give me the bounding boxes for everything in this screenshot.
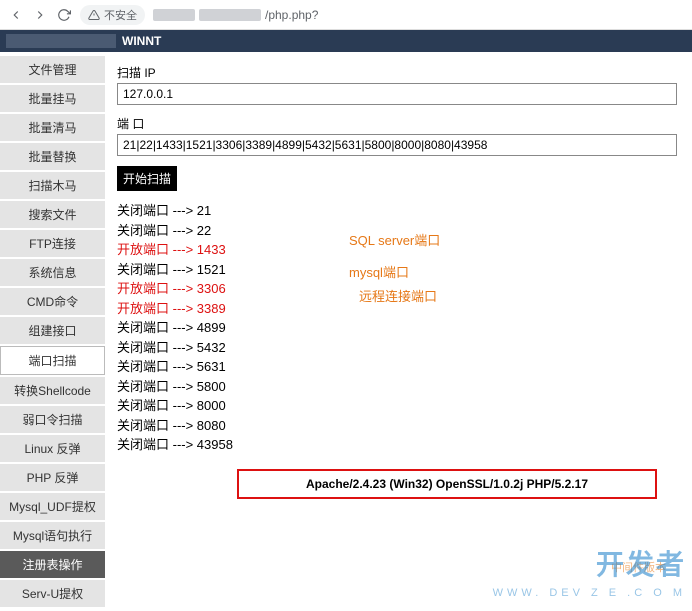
ip-input[interactable] — [117, 83, 677, 105]
sidebar-item-0[interactable]: 文件管理 — [0, 56, 105, 83]
sidebar-item-1[interactable]: 批量挂马 — [0, 85, 105, 112]
annotation-4: mysql端口 — [349, 263, 409, 283]
scan-button[interactable]: 开始扫描 — [117, 166, 177, 191]
reload-icon[interactable] — [56, 7, 72, 23]
browser-toolbar: 不安全 /php.php? — [0, 0, 692, 30]
forward-icon[interactable] — [32, 7, 48, 23]
result-line-0: 关闭端口 ---> 21 — [117, 201, 680, 221]
annotation-5: 远程连接端口 — [359, 287, 437, 307]
security-badge[interactable]: 不安全 — [80, 5, 145, 25]
sidebar-item-9[interactable]: 组建接口 — [0, 317, 105, 344]
sidebar-item-11[interactable]: 转换Shellcode — [0, 377, 105, 404]
result-line-11: 关闭端口 ---> 8080 — [117, 416, 680, 436]
sidebar-item-17[interactable]: 注册表操作 — [0, 551, 105, 578]
sidebar: 文件管理批量挂马批量清马批量替换扫描木马搜索文件FTP连接系统信息CMD命令组建… — [0, 52, 105, 611]
warning-icon — [88, 9, 100, 21]
url-path-censored — [199, 9, 261, 21]
result-line-12: 关闭端口 ---> 43958 — [117, 435, 680, 455]
annotation-2: SQL server端口 — [349, 231, 440, 251]
app-header: WINNT — [0, 30, 692, 52]
sidebar-item-14[interactable]: PHP 反弹 — [0, 464, 105, 491]
url-suffix: /php.php? — [265, 8, 318, 22]
result-line-9: 关闭端口 ---> 5800 — [117, 377, 680, 397]
result-line-7: 关闭端口 ---> 5432 — [117, 338, 680, 358]
url-display[interactable]: /php.php? — [153, 8, 318, 22]
back-icon[interactable] — [8, 7, 24, 23]
sidebar-item-7[interactable]: 系统信息 — [0, 259, 105, 286]
sidebar-item-8[interactable]: CMD命令 — [0, 288, 105, 315]
result-line-8: 关闭端口 ---> 5631 — [117, 357, 680, 377]
watermark-big: 开发者 — [596, 543, 686, 583]
result-line-6: 关闭端口 ---> 4899 — [117, 318, 680, 338]
sidebar-item-16[interactable]: Mysql语句执行 — [0, 522, 105, 549]
watermark-annotation: 中间件版本 — [611, 559, 666, 575]
scan-results: 关闭端口 ---> 21关闭端口 ---> 22开放端口 ---> 1433SQ… — [117, 201, 680, 455]
sidebar-item-2[interactable]: 批量清马 — [0, 114, 105, 141]
sidebar-item-6[interactable]: FTP连接 — [0, 230, 105, 257]
sidebar-item-12[interactable]: 弱口令扫描 — [0, 406, 105, 433]
url-host-censored — [153, 9, 195, 21]
sidebar-item-4[interactable]: 扫描木马 — [0, 172, 105, 199]
sidebar-item-13[interactable]: Linux 反弹 — [0, 435, 105, 462]
sidebar-item-18[interactable]: Serv-U提权 — [0, 580, 105, 607]
server-info-box: Apache/2.4.23 (Win32) OpenSSL/1.0.2j PHP… — [237, 469, 657, 499]
sidebar-item-3[interactable]: 批量替换 — [0, 143, 105, 170]
sidebar-item-15[interactable]: Mysql_UDF提权 — [0, 493, 105, 520]
watermark-small: WWW. DEV Z E .C O M — [493, 587, 686, 599]
os-label: WINNT — [122, 34, 161, 48]
port-input[interactable] — [117, 134, 677, 156]
port-label: 端 口 — [117, 115, 680, 132]
result-line-10: 关闭端口 ---> 8000 — [117, 396, 680, 416]
content-panel: 扫描 IP 端 口 开始扫描 关闭端口 ---> 21关闭端口 ---> 22开… — [105, 52, 692, 611]
sidebar-item-5[interactable]: 搜索文件 — [0, 201, 105, 228]
header-censored — [6, 34, 116, 48]
ip-label: 扫描 IP — [117, 64, 680, 81]
sidebar-item-10[interactable]: 端口扫描 — [0, 346, 105, 375]
insecure-label: 不安全 — [104, 7, 137, 23]
